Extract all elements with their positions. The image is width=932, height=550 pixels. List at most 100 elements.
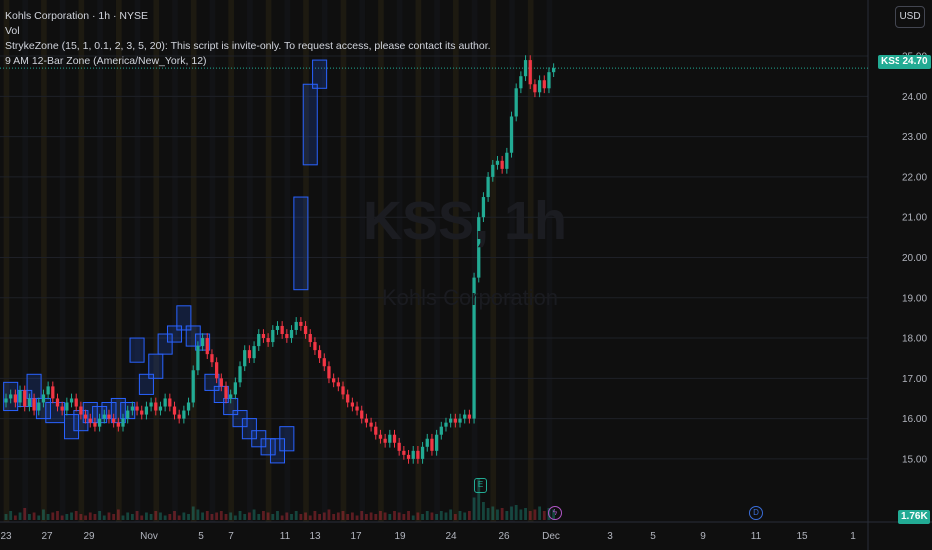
volume-bar [336,512,340,520]
x-tick-label: 17 [350,531,362,542]
volume-bar [285,512,289,520]
volume-bar [205,511,209,520]
candle-body [60,406,64,411]
volume-bar [379,511,382,520]
candle-body [285,334,289,339]
candle-body [130,406,135,411]
volume-bar [84,515,87,520]
candle-body [420,446,425,459]
volume-bar [219,511,223,520]
candle-body [102,414,106,419]
symbol-title[interactable]: Kohls Corporation · 1h · NYSE [5,9,491,24]
volume-bar [112,514,116,520]
volume-bar [341,511,345,520]
volume-bar [350,512,354,520]
volume-bar [102,515,106,520]
volume-bar [233,515,237,520]
volume-bar [313,511,317,520]
volume-bar [23,508,27,520]
x-tick-label: 24 [445,531,457,542]
volume-bar [182,512,186,520]
earnings-marker-icon[interactable]: E [474,478,487,493]
volume-bar [145,512,148,520]
volume-bar [252,509,256,520]
candle-body [523,60,528,77]
zone-box [279,426,295,452]
volume-bar [491,506,495,520]
candle-body [18,390,22,403]
candle-body [140,410,144,415]
candle-body [327,366,331,379]
price-chart[interactable]: 25.0024.0023.0022.0021.0020.0019.0018.00… [0,0,932,550]
split-marker-icon[interactable]: ϟ [548,506,562,520]
candle-body [350,402,355,407]
currency-button[interactable]: USD [895,6,925,28]
session-stripe [78,0,85,522]
volume-bar [486,508,490,520]
volume-bar [4,514,8,520]
x-tick-label: 5 [650,531,656,542]
volume-bar [107,512,111,520]
candle-body [411,450,415,459]
x-tick-label: 27 [41,531,53,542]
candle-body [332,378,336,383]
candle-body [509,116,514,153]
volume-bar [294,511,298,520]
volume-bar [42,509,45,520]
volume-bar [46,514,50,520]
candle-body [444,422,448,427]
volume-bar [224,514,228,520]
volume-bar [528,511,532,520]
candle-body [172,406,177,415]
candle-body [299,321,303,326]
candle-body [233,382,237,395]
volume-bar [163,515,167,520]
candle-body [149,402,153,407]
candle-body [158,406,163,411]
volume-bar [149,514,153,520]
candle-body [261,334,266,339]
volume-bar [56,511,59,520]
volume-bar [435,514,439,520]
y-tick-label: 19.00 [902,293,927,304]
dividend-marker-icon[interactable]: D [749,506,763,520]
volume-legend[interactable]: Vol [5,24,491,39]
volume-bar [177,515,181,520]
volume-bar [524,508,527,520]
candle-body [79,406,83,415]
volume-bar [533,509,537,520]
candle-body [308,334,312,343]
session-stripe [340,0,347,522]
volume-bar [374,514,378,520]
candle-body [13,394,17,403]
chart-window[interactable]: KSS, 1h Kohls Corporation 25.0024.0023.0… [0,0,932,550]
candle-body [346,394,350,403]
volume-bar [215,512,219,520]
session-stripe [153,0,160,522]
volume-bar [243,514,247,520]
volume-bar [88,512,92,520]
y-tick-label: 22.00 [902,172,927,183]
indicator-strykezone[interactable]: StrykeZone (15, 1, 0.1, 2, 3, 5, 20): Th… [5,39,491,54]
volume-bar [402,514,406,520]
candle-body [121,418,125,427]
volume-bar [126,512,130,520]
candle-body [214,362,219,379]
candle-body [229,394,233,399]
indicator-9am-zone[interactable]: 9 AM 12-Bar Zone (America/New_York, 12) [5,54,491,69]
volume-bar [70,512,73,520]
candle-body [392,434,397,443]
candle-body [46,386,50,395]
volume-bar [505,511,509,520]
candle-body [186,402,191,411]
volume-bar [32,512,36,520]
volume-bar [210,514,214,520]
y-tick-label: 15.00 [902,454,927,465]
volume-bar [191,506,195,520]
session-stripe [41,0,47,522]
volume-bar [514,505,518,520]
volume-bar [538,506,542,520]
candle-body [369,422,373,427]
name-watermark: Kohls Corporation [381,285,559,310]
session-stripe [471,0,478,522]
